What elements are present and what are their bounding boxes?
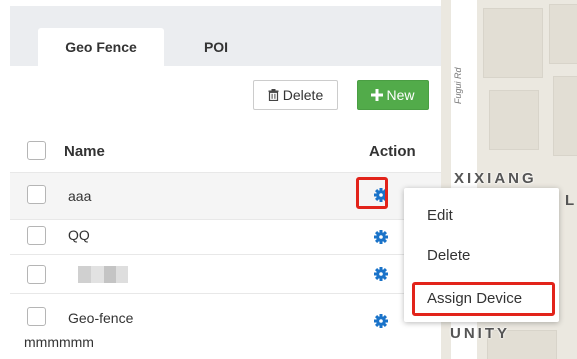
select-all-checkbox[interactable] <box>27 141 46 160</box>
geo-fence-panel: Geo Fence POI Delete New Name Action aaa <box>0 0 441 359</box>
map-block <box>483 8 543 78</box>
new-button[interactable]: New <box>357 80 429 110</box>
fence-name-continued: mmmmmm <box>24 334 94 350</box>
menu-item-delete[interactable]: Delete <box>404 240 559 270</box>
table-header: Name Action <box>10 131 441 173</box>
menu-item-label: Edit <box>427 206 453 224</box>
table-row[interactable]: aaa <box>10 173 441 220</box>
new-button-label: New <box>386 87 415 103</box>
row-checkbox[interactable] <box>27 307 46 326</box>
fence-name: aaa <box>68 188 92 204</box>
map-block <box>549 4 577 64</box>
plus-icon <box>371 89 384 101</box>
menu-item-assign-device[interactable]: Assign Device <box>404 283 559 313</box>
map-block <box>553 76 577 156</box>
table-row[interactable]: Geo-fence mmmmmm <box>10 294 441 359</box>
gear-icon[interactable] <box>374 230 388 244</box>
menu-item-label: Delete <box>427 246 471 264</box>
delete-button[interactable]: Delete <box>253 80 338 110</box>
column-header-action: Action <box>369 143 416 160</box>
action-dropdown-menu: Edit Delete Assign Device <box>404 188 559 322</box>
redacted-name <box>78 266 128 283</box>
map-edge-label: L <box>565 192 575 209</box>
row-checkbox[interactable] <box>27 185 46 204</box>
menu-item-edit[interactable]: Edit <box>404 200 559 230</box>
tab-label: Geo Fence <box>65 39 137 55</box>
table-row[interactable] <box>10 255 441 294</box>
gear-icon[interactable] <box>374 188 388 202</box>
fence-name: Geo-fence <box>68 310 134 326</box>
tab-bar: Geo Fence POI <box>10 6 441 66</box>
row-checkbox[interactable] <box>27 265 46 284</box>
tab-poi[interactable]: POI <box>186 28 246 66</box>
row-checkbox[interactable] <box>27 226 46 245</box>
fence-name: QQ <box>68 227 90 243</box>
map-block <box>489 90 539 150</box>
gear-icon[interactable] <box>374 314 388 328</box>
tab-geo-fence[interactable]: Geo Fence <box>38 28 164 66</box>
table-row[interactable]: QQ <box>10 220 441 255</box>
map-road-label: Fugui Rd <box>453 67 463 104</box>
map-district-label: XIXIANG <box>454 170 537 187</box>
trash-icon <box>268 89 279 101</box>
map-district-label: UNITY <box>450 325 510 342</box>
delete-button-label: Delete <box>282 87 324 103</box>
column-header-name: Name <box>64 143 105 160</box>
menu-item-label: Assign Device <box>427 289 523 307</box>
tab-label: POI <box>203 39 229 55</box>
gear-icon[interactable] <box>374 267 388 281</box>
